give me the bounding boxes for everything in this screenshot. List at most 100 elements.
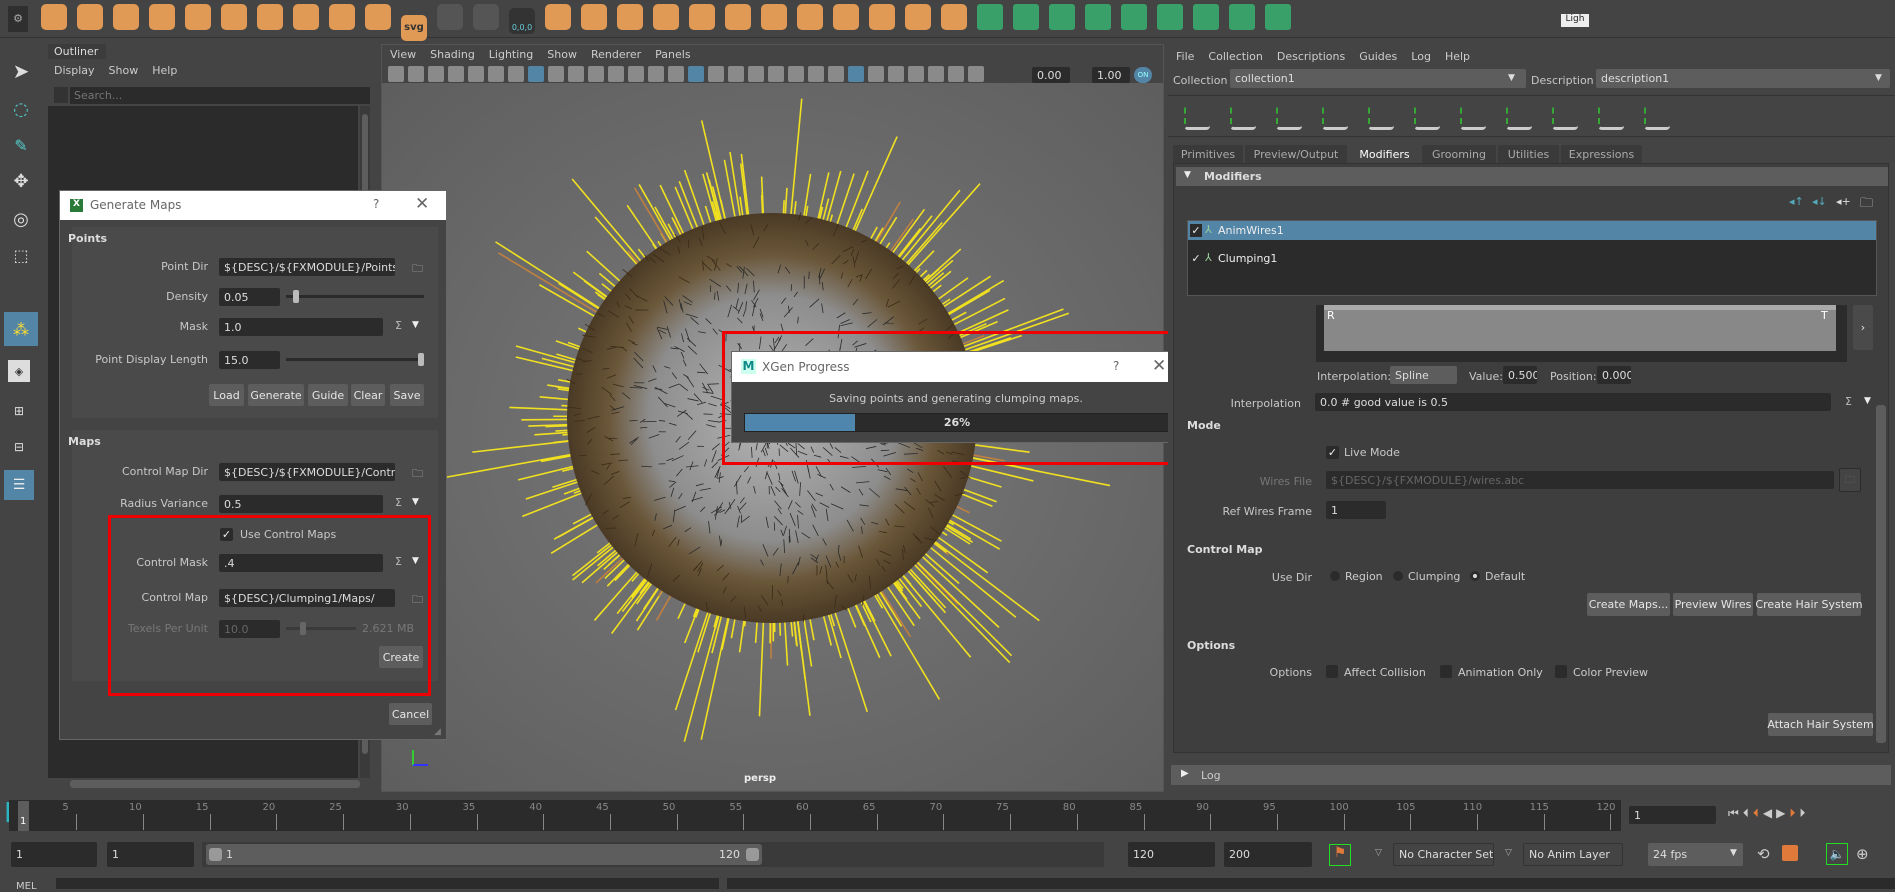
poly-cone-icon[interactable] [149, 4, 175, 30]
xgen-tool-icon[interactable]: ⁂ [4, 312, 38, 346]
separate-icon[interactable] [617, 4, 643, 30]
resize-grip-icon[interactable]: ◢ [434, 727, 441, 737]
character-set-arrow-icon[interactable]: ▽ [1375, 848, 1382, 858]
wires-file-folder-button[interactable]: 🗀 [1839, 468, 1861, 492]
tab-grooming[interactable]: Grooming [1422, 145, 1496, 163]
shelf-tab-lighting[interactable]: Ligh [1561, 14, 1589, 27]
command-line-input[interactable] [56, 878, 719, 889]
live-mode-checkbox[interactable]: ✓ [1326, 446, 1339, 459]
poly-sphere-icon[interactable] [41, 4, 67, 30]
xgen-menu-collection[interactable]: Collection [1208, 50, 1262, 63]
sculpt-icon[interactable] [545, 4, 571, 30]
modifier-row[interactable]: ✓⅄Clumping1 [1188, 249, 1876, 268]
lock-camera-icon[interactable] [408, 66, 424, 82]
mask-field[interactable]: 1.0 [219, 318, 383, 336]
generate-button[interactable]: Generate [248, 384, 304, 406]
description-dropdown-arrow-icon[interactable]: ▼ [1875, 73, 1882, 83]
viewport-menu-panels[interactable]: Panels [655, 48, 690, 61]
grease-pencil-icon[interactable] [508, 66, 524, 82]
xgen-menu-help[interactable]: Help [1445, 50, 1470, 63]
use-lights-icon[interactable] [768, 66, 784, 82]
sound-icon[interactable]: 🔈 [1826, 843, 1848, 865]
normalize-guides-icon[interactable] [1552, 104, 1578, 130]
use-dir-radio-default[interactable] [1470, 571, 1480, 581]
platonic-icon[interactable] [293, 4, 319, 30]
cancel-button[interactable]: Cancel [389, 703, 432, 725]
world-origin-icon[interactable]: 0,0,0 [509, 8, 535, 34]
collection-dropdown-arrow-icon[interactable]: ▼ [1508, 73, 1515, 83]
viewport-menu-shading[interactable]: Shading [430, 48, 475, 61]
single-view-layout-icon[interactable]: ◈ [8, 360, 30, 382]
poly-torus-icon[interactable] [185, 4, 211, 30]
backface-icon[interactable] [948, 66, 964, 82]
lasso-tool-icon[interactable]: ◌ [8, 96, 34, 122]
select-tool-icon[interactable]: ➤ [8, 58, 34, 84]
step-back-key-icon[interactable]: ⏴ [1753, 806, 1763, 820]
step-back-icon[interactable]: ⏴ [1743, 806, 1753, 820]
ramp-value-field[interactable]: 0.500 [1503, 366, 1537, 384]
scale-tool-icon[interactable]: ⬚ [8, 242, 34, 268]
measure-icon[interactable] [437, 4, 463, 30]
preview-clear-icon[interactable] [1230, 104, 1256, 130]
close-icon[interactable]: ✕ [415, 194, 429, 214]
point-display-length-slider-handle[interactable] [418, 353, 424, 366]
rotate-tool-icon[interactable]: ◎ [8, 206, 34, 232]
play-backwards-icon[interactable]: ◀ [1763, 806, 1776, 820]
clear-button[interactable]: Clear [351, 384, 385, 406]
xray-joints-icon[interactable] [908, 66, 924, 82]
go-to-start-icon[interactable]: ⏮ [1728, 806, 1743, 820]
grid-icon[interactable] [528, 66, 544, 82]
ramp-widget[interactable]: R T [1316, 305, 1847, 362]
anti-alias-icon[interactable] [848, 66, 864, 82]
xgen-modifier-icon[interactable] [1121, 4, 1147, 30]
bevel-icon[interactable] [833, 4, 859, 30]
multi-cut-icon[interactable] [797, 4, 823, 30]
step-forward-icon[interactable]: ⏵ [1799, 806, 1809, 820]
poly-disc-icon[interactable] [257, 4, 283, 30]
two-view-layout-icon[interactable]: ⊟ [6, 434, 32, 460]
modifiers-section-header[interactable]: ▼ Modifiers [1176, 167, 1888, 186]
xgen-map-icon[interactable] [1193, 4, 1219, 30]
loop-icon[interactable]: ⟲ [1757, 845, 1770, 863]
create-hair-system-button[interactable]: Create Hair System [1757, 593, 1861, 616]
gate-mask-icon[interactable] [588, 66, 604, 82]
image-plane-icon[interactable] [468, 66, 484, 82]
anim-layer-arrow-icon[interactable]: ▽ [1505, 848, 1512, 858]
four-view-layout-icon[interactable]: ⊞ [6, 398, 32, 424]
xgen-menu-log[interactable]: Log [1411, 50, 1431, 63]
control-map-dir-folder-icon[interactable]: 🗀 [412, 465, 423, 484]
xray-active-icon[interactable] [928, 66, 944, 82]
textured-icon[interactable] [748, 66, 764, 82]
outliner-horizontal-scrollbar[interactable] [70, 780, 360, 788]
add-modifier-icon[interactable]: ◂+ [1836, 195, 1851, 208]
shadows-icon[interactable] [788, 66, 804, 82]
interpolation-field[interactable]: 0.0 # good value is 0.5 [1315, 393, 1831, 411]
tab-preview-output[interactable]: Preview/Output [1245, 145, 1347, 163]
cache-playback-icon[interactable] [1782, 845, 1798, 861]
load-button[interactable]: Load [209, 384, 244, 406]
exposure-field[interactable]: 0.00 [1032, 67, 1070, 83]
place-guides-icon[interactable] [1322, 104, 1348, 130]
viewport-menu-show[interactable]: Show [547, 48, 577, 61]
anim-prefs-icon[interactable]: ⊕ [1856, 845, 1869, 863]
smooth-shade-icon[interactable] [688, 66, 704, 82]
poly-plane-icon[interactable] [221, 4, 247, 30]
bookmark-icon[interactable] [448, 66, 464, 82]
camera-icon[interactable] [388, 66, 404, 82]
ramp-curve-area[interactable] [1324, 305, 1836, 351]
preview-wires-button[interactable]: Preview Wires [1673, 593, 1753, 616]
modifier-enabled-checkbox[interactable]: ✓ [1190, 252, 1202, 265]
point-dir-folder-icon[interactable]: 🗀 [412, 260, 423, 279]
character-set-dropdown[interactable]: No Character Set [1393, 843, 1494, 866]
current-frame-field[interactable]: 1 [1629, 806, 1716, 824]
point-display-length-slider[interactable] [286, 358, 424, 361]
end-field[interactable]: 120 [1128, 842, 1215, 867]
xgen-menu-descriptions[interactable]: Descriptions [1277, 50, 1345, 63]
use-dir-radio-clumping[interactable] [1393, 571, 1403, 581]
collection-dropdown[interactable]: collection1 [1230, 69, 1526, 88]
auto-key-icon[interactable]: ⚑ [1329, 844, 1351, 866]
interpolation-expression-icon[interactable]: Σ [1845, 395, 1852, 408]
color-management-toggle[interactable]: ON [1134, 67, 1152, 83]
xgen-collection-icon[interactable] [1085, 4, 1111, 30]
radius-variance-dropdown-icon[interactable]: ▼ [412, 497, 419, 507]
